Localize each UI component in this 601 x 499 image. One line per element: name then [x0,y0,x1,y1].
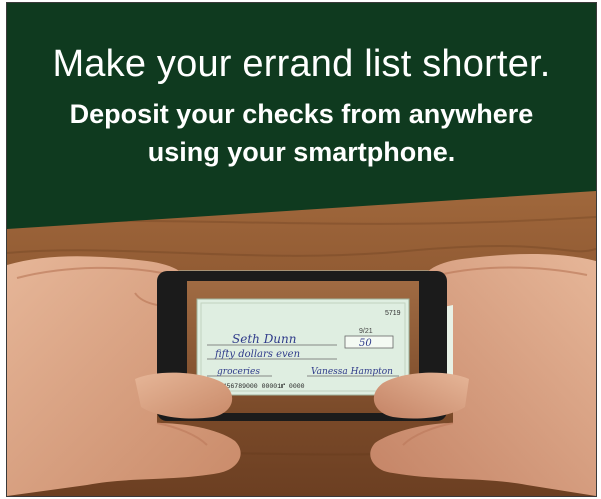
phone-check-photo: 5719 9/21 Seth Dunn 50 fifty dollars eve… [7,3,596,496]
check-number: 5719 [385,310,401,317]
check-signature: Vanessa Hampton [311,367,393,377]
mobile-deposit-ad: 5719 9/21 Seth Dunn 50 fifty dollars eve… [6,2,597,497]
check-amount-words: fifty dollars even [214,349,300,360]
check-date: 9/21 [359,328,373,335]
check-payee: Seth Dunn [232,332,297,346]
check-memo: groceries [217,367,260,377]
check-amount: 50 [359,338,372,349]
